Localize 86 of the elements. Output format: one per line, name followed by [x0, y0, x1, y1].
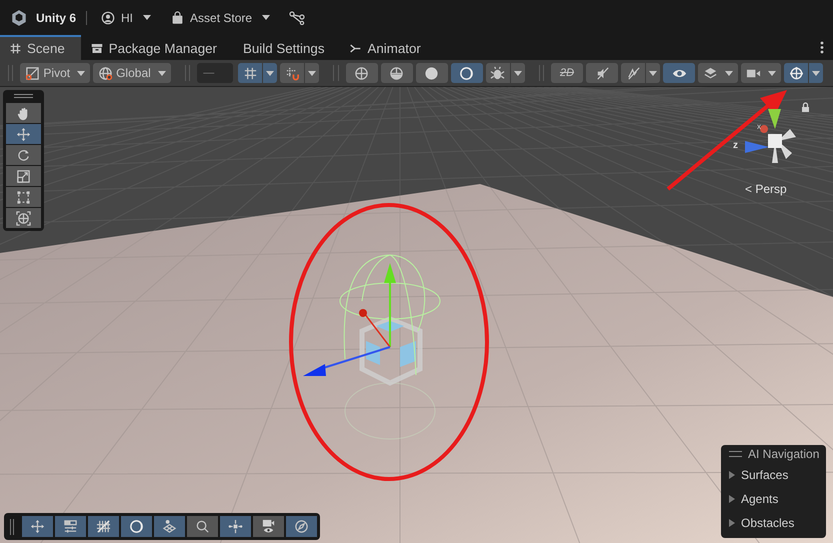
view-menu-button[interactable]	[698, 63, 738, 83]
editor-tab[interactable]: Package Manager	[80, 35, 233, 60]
toggle-button[interactable]	[450, 63, 483, 83]
foldout-item[interactable]: Surfaces	[729, 463, 788, 487]
view-menu-button[interactable]	[741, 63, 781, 83]
camera-eye-icon	[261, 519, 276, 534]
branch-icon	[350, 43, 362, 54]
orbit-gizmo-icon	[788, 66, 804, 80]
move-icon	[16, 126, 31, 142]
axis-z-label: z	[733, 140, 738, 151]
muted-speaker-icon	[594, 66, 610, 80]
crescent-icon	[129, 519, 144, 534]
dropdown-button[interactable]: Pivot	[20, 63, 90, 83]
overlay-toggle-button[interactable]	[154, 516, 185, 537]
overlay-toggle-button[interactable]	[88, 516, 119, 537]
layers-icon	[703, 66, 718, 80]
projection-label[interactable]: < Persp	[745, 182, 787, 196]
dropdown-arrow-button[interactable]	[305, 63, 320, 83]
panel-title: AI Navigation	[748, 447, 820, 461]
search-icon	[195, 519, 210, 534]
toggle-button[interactable]	[416, 63, 448, 83]
tool-button[interactable]	[6, 103, 41, 123]
toggle-button[interactable]	[586, 63, 618, 83]
grid-icon	[242, 66, 258, 80]
tool-button[interactable]	[6, 166, 41, 186]
nav-mesh-icon	[162, 519, 177, 534]
package-icon	[90, 43, 103, 54]
scale-icon	[16, 168, 31, 184]
bug-icon	[490, 66, 506, 80]
overlay-toggle-button[interactable]	[253, 516, 284, 537]
overlay-toggle-button[interactable]	[121, 516, 152, 537]
toggle-button[interactable]	[238, 63, 262, 83]
sliders-icon	[63, 519, 78, 534]
dropdown-button[interactable]: Global	[93, 63, 171, 83]
dropdown-arrow-button[interactable]	[809, 63, 823, 83]
overlay-toggle-button[interactable]	[220, 516, 251, 537]
shaded-wireframe-icon	[389, 66, 404, 80]
product-name: Unity 6	[36, 10, 76, 24]
toggle-button[interactable]	[784, 63, 808, 83]
account-dropdown[interactable]: HI	[97, 8, 156, 28]
magnet-grid-icon	[284, 66, 300, 80]
crossed-effects-icon	[626, 66, 640, 80]
overlay-toggle-button[interactable]	[187, 516, 218, 537]
editor-tab[interactable]: Build Settings	[232, 35, 340, 60]
grid-icon	[10, 43, 21, 54]
transform-icon	[16, 210, 31, 226]
toggle-button[interactable]	[486, 63, 510, 83]
tool-button[interactable]	[6, 124, 41, 144]
editor-tab[interactable]: Animator	[340, 35, 437, 60]
rect-tool-icon	[16, 190, 31, 204]
crescent-sphere-icon	[459, 66, 474, 80]
asset-store-dropdown[interactable]: Asset Store	[167, 8, 274, 28]
overlay-toggle-button[interactable]	[55, 516, 86, 537]
connected-nodes-icon	[289, 10, 306, 24]
lock-icon	[802, 102, 809, 112]
pivot-icon	[25, 66, 40, 80]
overlay-toggle-button[interactable]	[286, 516, 317, 537]
globe-icon	[98, 66, 114, 80]
toggle-button[interactable]	[380, 63, 413, 83]
solid-sphere-icon	[424, 66, 440, 80]
node-cross-icon	[228, 519, 243, 534]
more-vertical-icon	[820, 41, 824, 54]
dropdown-arrow-button[interactable]	[646, 63, 660, 83]
foldout-item[interactable]: Agents	[729, 487, 778, 511]
axis-x-label: x	[757, 122, 761, 131]
rotate-icon	[16, 148, 31, 162]
tool-button[interactable]	[6, 187, 41, 207]
wireframe-sphere-icon	[354, 66, 370, 80]
axis-gizmo-drawing	[745, 109, 796, 163]
grid-slash-icon	[96, 519, 111, 534]
compass-icon	[294, 519, 309, 534]
toggle-button[interactable]	[346, 63, 378, 83]
foldout-item[interactable]: Obstacles	[729, 511, 794, 535]
dropdown-arrow-button[interactable]	[263, 63, 278, 83]
move-icon	[30, 519, 45, 534]
shopping-bag-icon	[171, 10, 184, 24]
dropdown-arrow-button[interactable]	[510, 63, 525, 83]
user-icon	[101, 10, 116, 24]
toggle-button[interactable]: 2D	[551, 63, 583, 83]
tool-button[interactable]	[6, 208, 41, 228]
toggle-button[interactable]	[663, 63, 695, 83]
tool-button[interactable]	[6, 145, 41, 165]
toggle-button[interactable]	[280, 63, 304, 83]
overlay-toggle-button[interactable]	[22, 516, 53, 537]
toggle-button[interactable]	[621, 63, 645, 83]
editor-tab[interactable]: Scene	[0, 35, 81, 60]
